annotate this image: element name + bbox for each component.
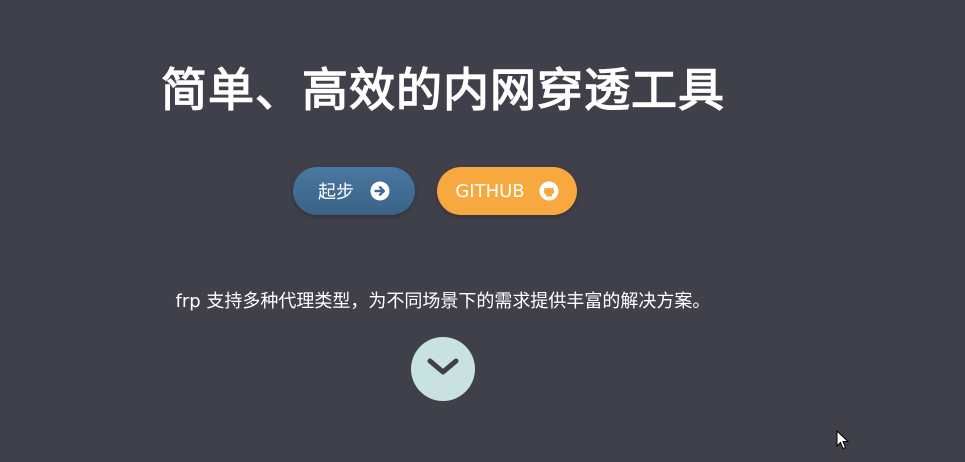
mouse-cursor-icon xyxy=(836,430,850,450)
hero-section: 简单、高效的内网穿透工具 起步 GITHUB frp 支持多种代理类型，为不同场… xyxy=(0,0,965,462)
hero-tagline: frp 支持多种代理类型，为不同场景下的需求提供丰富的解决方案。 xyxy=(175,291,711,312)
github-label: GITHUB xyxy=(455,180,525,202)
arrow-circle-right-icon xyxy=(370,181,390,201)
github-icon xyxy=(539,181,559,201)
chevron-down-icon xyxy=(426,357,460,381)
get-started-label: 起步 xyxy=(318,182,354,203)
github-button[interactable]: GITHUB xyxy=(437,167,577,215)
hero-title: 简单、高效的内网穿透工具 xyxy=(161,63,725,117)
get-started-button[interactable]: 起步 xyxy=(293,167,415,215)
scroll-down-button[interactable] xyxy=(411,337,475,401)
